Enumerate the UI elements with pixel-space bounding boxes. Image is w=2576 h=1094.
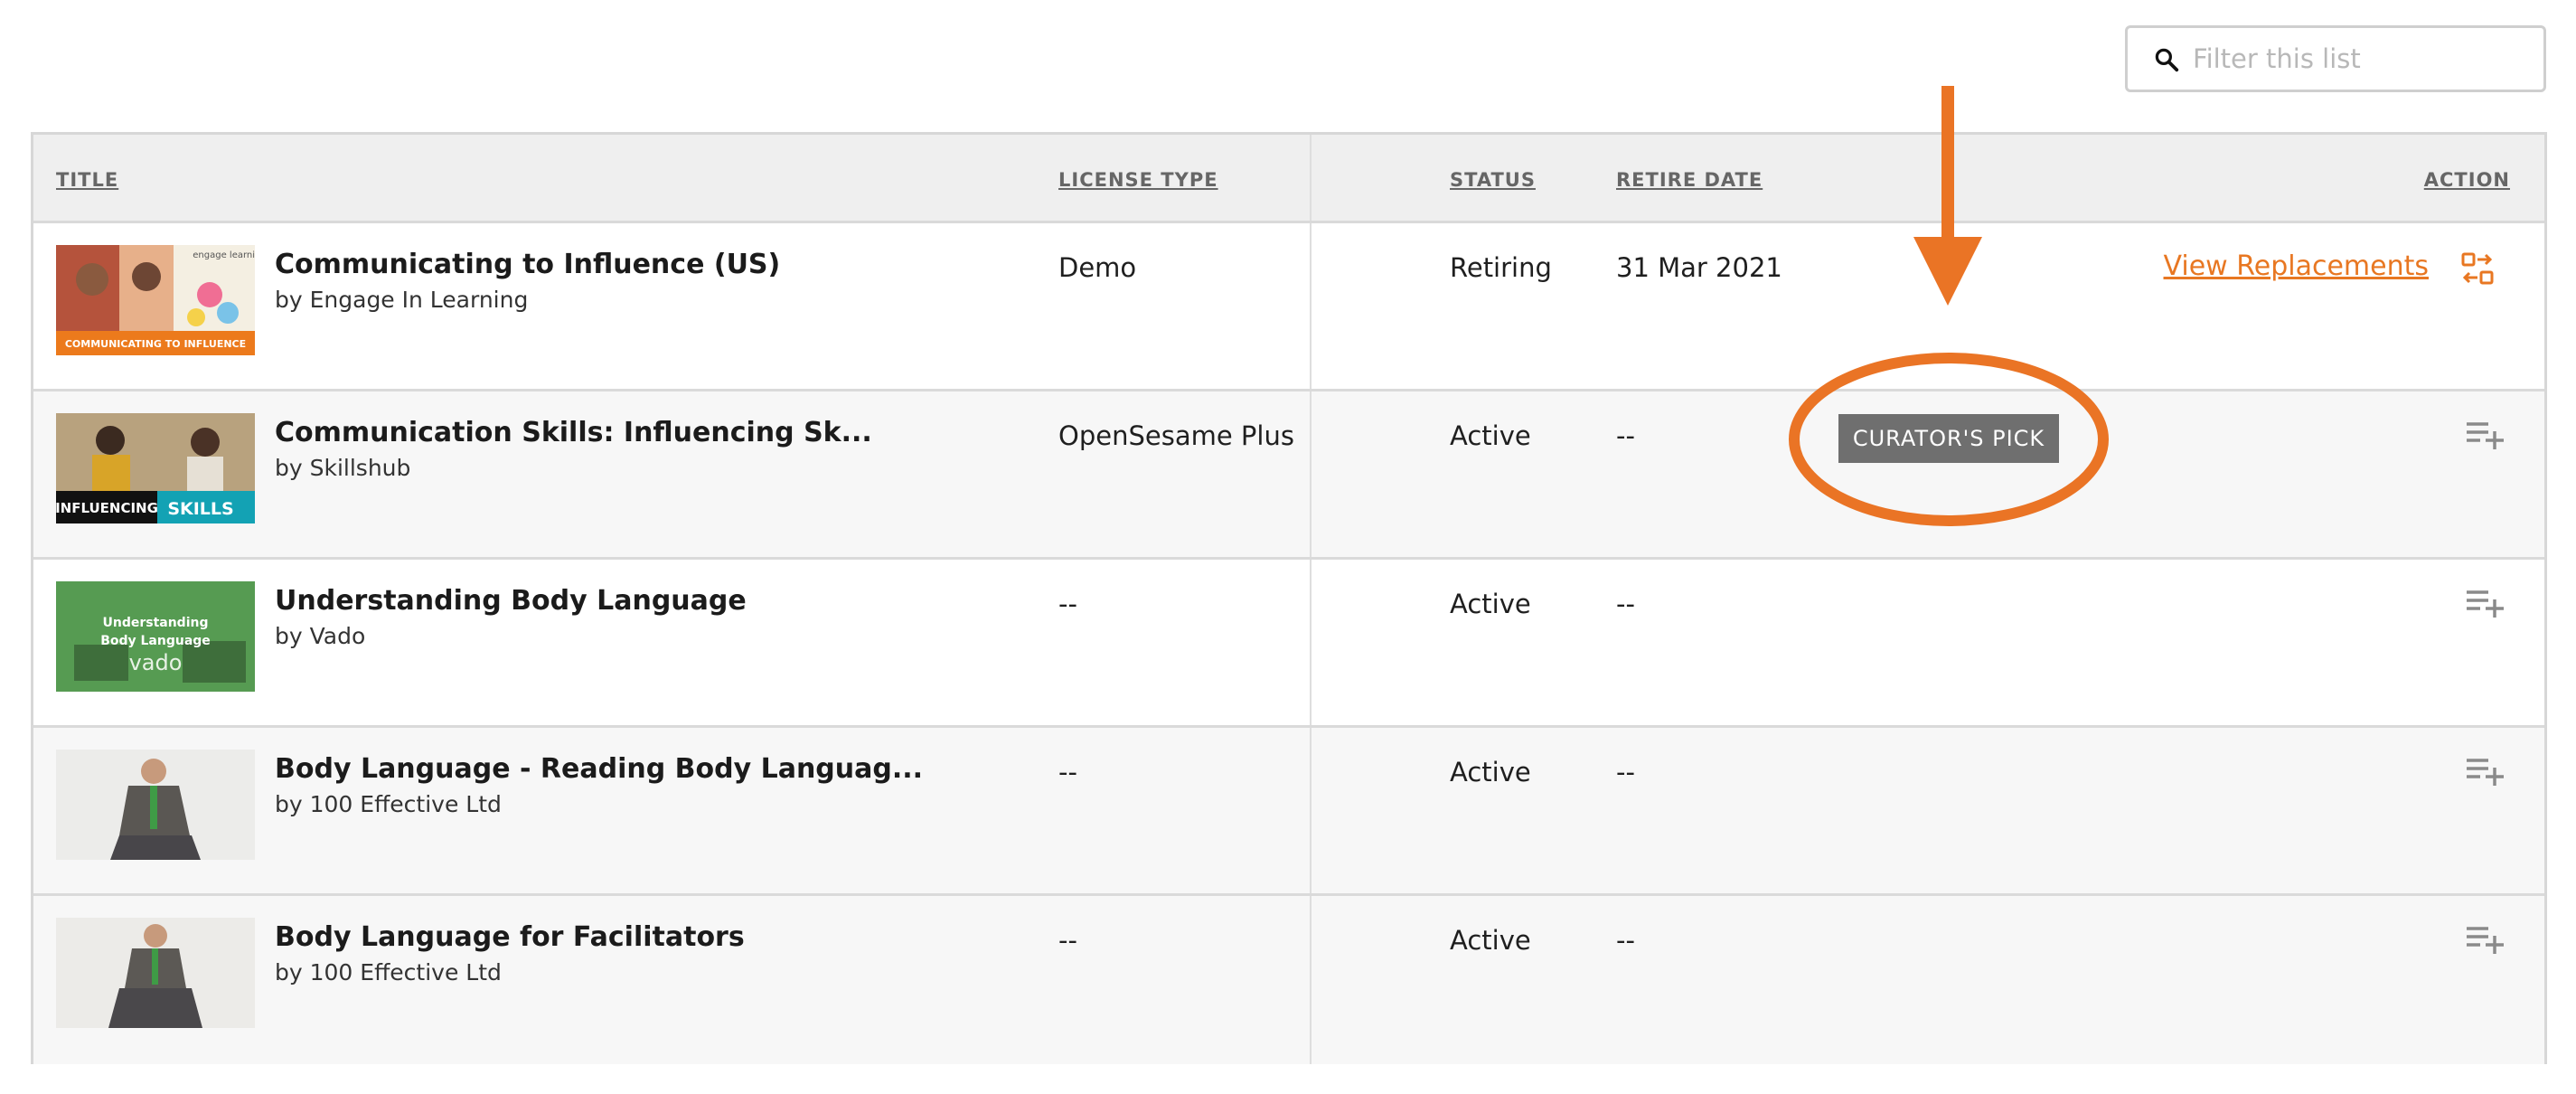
playlist-add-icon[interactable] [2465, 755, 2506, 789]
swap-icon[interactable] [2459, 250, 2496, 290]
filter-search-box[interactable] [2125, 25, 2546, 92]
column-divider [1310, 223, 1312, 389]
thumbnail-caption: COMMUNICATING TO INFLUENCE [65, 338, 246, 350]
column-divider [1310, 728, 1312, 893]
status: Active [1450, 420, 1531, 451]
thumbnail-caption: SKILLS [167, 499, 233, 519]
playlist-add-icon[interactable] [2465, 587, 2506, 621]
column-header-retire-date[interactable]: RETIRE DATE [1616, 169, 1763, 191]
table-row: COMMUNICATING TO INFLUENCE engage learni… [33, 223, 2544, 391]
table-header: TITLE LICENSE TYPE STATUS RETIRE DATE AC… [33, 135, 2544, 223]
retire-date: -- [1616, 925, 1635, 956]
course-author: by 100 Effective Ltd [275, 959, 502, 986]
playlist-add-icon[interactable] [2465, 419, 2506, 453]
course-title[interactable]: Body Language for Facilitators [275, 921, 745, 953]
column-divider [1310, 896, 1312, 1064]
content-table: TITLE LICENSE TYPE STATUS RETIRE DATE AC… [31, 132, 2547, 1064]
course-author: by 100 Effective Ltd [275, 791, 502, 817]
course-author: by Vado [275, 623, 366, 649]
thumbnail-logo: vado [129, 650, 183, 675]
course-title[interactable]: Communication Skills: Influencing Sk... [275, 417, 872, 448]
license-type: -- [1058, 757, 1077, 787]
table-row: INFLUENCING SKILLS Communication Skills:… [33, 391, 2544, 560]
license-type: -- [1058, 589, 1077, 619]
retire-date: -- [1616, 589, 1635, 619]
filter-input[interactable] [2182, 28, 2534, 90]
retire-date: -- [1616, 420, 1635, 451]
course-author: by Skillshub [275, 455, 411, 481]
course-title[interactable]: Communicating to Influence (US) [275, 249, 780, 280]
column-divider [1310, 391, 1312, 557]
search-icon [2155, 48, 2179, 72]
column-header-license-type[interactable]: LICENSE TYPE [1058, 169, 1218, 191]
thumbnail-caption: Body Language [100, 634, 211, 648]
column-divider [1310, 135, 1312, 221]
retire-date: 31 Mar 2021 [1616, 252, 1782, 283]
table-row: Body Language for Facilitators by 100 Ef… [33, 896, 2544, 1064]
license-type: -- [1058, 925, 1077, 956]
course-thumbnail[interactable]: INFLUENCING SKILLS [56, 413, 255, 523]
course-thumbnail[interactable] [56, 918, 255, 1028]
course-title[interactable]: Understanding Body Language [275, 585, 747, 617]
view-replacements-link[interactable]: View Replacements [2164, 250, 2429, 282]
course-thumbnail[interactable]: Understanding Body Language vado [56, 581, 255, 692]
license-type: OpenSesame Plus [1058, 420, 1294, 451]
license-type: Demo [1058, 252, 1137, 283]
table-row: Body Language - Reading Body Languag... … [33, 728, 2544, 896]
course-title[interactable]: Body Language - Reading Body Languag... [275, 753, 923, 785]
status: Active [1450, 757, 1531, 787]
course-thumbnail[interactable]: COMMUNICATING TO INFLUENCE engage learni… [56, 245, 255, 355]
thumbnail-caption: Understanding [102, 616, 208, 630]
playlist-add-icon[interactable] [2465, 923, 2506, 957]
column-header-title[interactable]: TITLE [56, 169, 118, 191]
course-thumbnail[interactable] [56, 750, 255, 860]
status: Retiring [1450, 252, 1552, 283]
column-header-status[interactable]: STATUS [1450, 169, 1536, 191]
table-row: Understanding Body Language vado Underst… [33, 560, 2544, 728]
thumbnail-logo: engage learning [193, 250, 255, 260]
column-header-action[interactable]: ACTION [2424, 169, 2510, 191]
status: Active [1450, 925, 1531, 956]
retire-date: -- [1616, 757, 1635, 787]
curators-pick-badge: CURATOR'S PICK [1838, 414, 2059, 463]
column-divider [1310, 560, 1312, 725]
course-author: by Engage In Learning [275, 287, 529, 313]
status: Active [1450, 589, 1531, 619]
thumbnail-caption: INFLUENCING [56, 500, 158, 516]
